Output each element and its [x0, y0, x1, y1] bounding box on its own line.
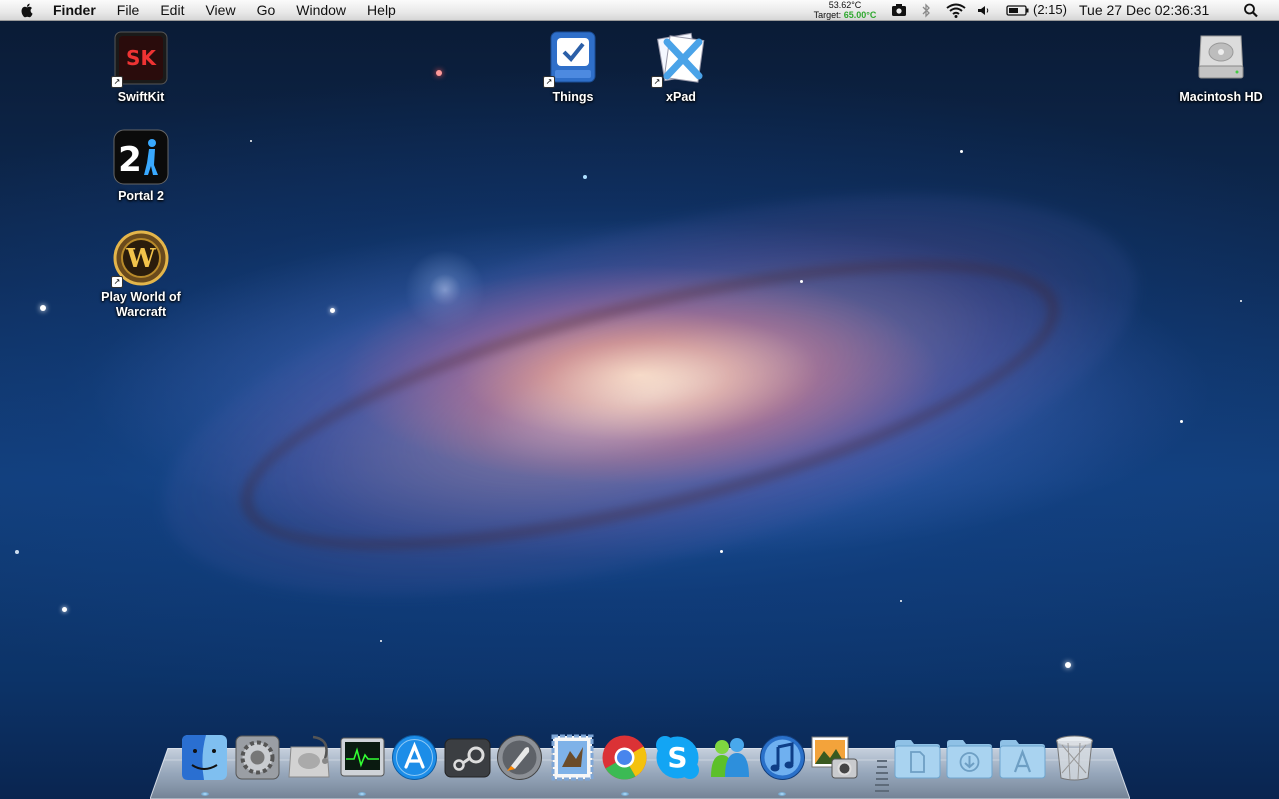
dock-item-trash[interactable]	[1050, 733, 1099, 782]
dock-item-chrome[interactable]	[600, 733, 649, 796]
volume-icon[interactable]	[976, 2, 990, 19]
menu-edit[interactable]: Edit	[160, 2, 184, 18]
dock-item-app-store[interactable]	[390, 733, 439, 782]
svg-text:S: S	[667, 741, 687, 774]
star	[1065, 662, 1071, 668]
dock-item-applications-folder[interactable]	[998, 733, 1047, 782]
star	[1180, 420, 1183, 423]
launchpad-icon	[497, 735, 542, 780]
desktop-icon-macintosh-hd[interactable]: Macintosh HD	[1171, 30, 1271, 105]
desktop-icon-label: Things	[552, 90, 594, 104]
alias-arrow-icon: ↗	[651, 76, 663, 88]
desktop-icon-swiftkit[interactable]: SK ↗ SwiftKit	[91, 30, 191, 105]
downloads-folder-icon	[946, 740, 993, 779]
menu-help[interactable]: Help	[367, 2, 396, 18]
dock-item-activity-monitor[interactable]	[338, 733, 387, 796]
desktop-icon-portal-2[interactable]: 2 Portal 2	[91, 129, 191, 204]
menu-file[interactable]: File	[117, 2, 140, 18]
wifi-icon[interactable]	[945, 2, 967, 19]
itunes-icon	[759, 735, 805, 780]
running-indicator	[778, 792, 786, 796]
bluetooth-icon[interactable]	[921, 2, 931, 19]
dock-item-skype[interactable]: S	[653, 733, 702, 782]
desktop-icon-label: Play World of Warcraft	[101, 290, 181, 319]
dock-item-mail[interactable]	[548, 733, 597, 782]
dock-item-iphoto[interactable]	[810, 733, 859, 782]
menu-bar: Finder File Edit View Go Window Help 53.…	[0, 0, 1279, 21]
disk-utility-icon	[288, 735, 330, 778]
target-label: Target:	[813, 10, 842, 20]
dock-item-itunes[interactable]	[758, 733, 807, 796]
battery-time[interactable]: (2:15)	[1033, 2, 1067, 17]
dock-item-steam[interactable]	[443, 733, 492, 782]
dock-item-finder[interactable]	[180, 733, 229, 796]
star	[583, 175, 587, 179]
finder-icon	[182, 735, 227, 780]
star	[720, 550, 723, 553]
portal2-icon: 2	[113, 129, 169, 185]
star	[15, 550, 19, 554]
dock-item-launchpad[interactable]	[495, 733, 544, 782]
camera-status-icon[interactable]	[890, 2, 908, 19]
desktop-icon-things[interactable]: ↗ Things	[523, 30, 623, 105]
temperature-target: Target: 65.00°C	[810, 10, 880, 20]
alias-arrow-icon: ↗	[111, 76, 123, 88]
menu-view[interactable]: View	[205, 2, 235, 18]
dock-item-documents-folder[interactable]	[893, 733, 942, 782]
temperature-reading: 53.62°C	[828, 0, 862, 10]
spotlight-search-icon[interactable]	[1243, 2, 1259, 19]
desktop-icon-label: Macintosh HD	[1179, 90, 1263, 104]
dock-item-system-preferences[interactable]	[233, 733, 282, 782]
star	[40, 305, 46, 311]
documents-folder-icon	[894, 740, 940, 779]
svg-text:W: W	[125, 244, 156, 274]
star	[960, 150, 963, 153]
running-indicator	[200, 792, 209, 796]
desktop[interactable]: Finder File Edit View Go Window Help 53.…	[0, 0, 1279, 799]
dock-item-disk-utility[interactable]	[285, 733, 334, 782]
star	[800, 280, 803, 283]
temperature-monitor[interactable]: 53.62°C Target: 65.00°C	[810, 0, 880, 21]
star	[436, 70, 442, 76]
dock-items: S	[180, 732, 1103, 796]
activity-monitor-icon	[340, 737, 384, 777]
running-indicator	[358, 792, 366, 796]
star	[900, 600, 902, 602]
menu-window[interactable]: Window	[296, 2, 346, 18]
messenger-icon	[711, 738, 749, 777]
desktop-icon-label: xPad	[666, 90, 696, 104]
svg-text:SK: SK	[126, 46, 157, 70]
desktop-icon-label: SwiftKit	[117, 90, 165, 104]
system-preferences-icon	[235, 735, 279, 780]
dock-item-messenger[interactable]	[705, 733, 754, 782]
desktop-icon-label: Portal 2	[118, 189, 164, 203]
running-indicator	[620, 792, 629, 796]
desktop-icon-xpad[interactable]: ↗ xPad	[631, 30, 731, 105]
apple-menu-icon[interactable]	[19, 2, 35, 18]
hard-drive-icon	[1198, 35, 1244, 79]
star	[250, 140, 252, 142]
app-store-icon	[392, 735, 437, 780]
star	[1240, 300, 1242, 302]
mail-icon	[551, 734, 593, 781]
applications-folder-icon	[999, 740, 1045, 779]
star	[62, 607, 67, 612]
trash-icon	[1056, 735, 1093, 781]
star	[380, 640, 382, 642]
chrome-icon	[602, 735, 647, 780]
star	[330, 308, 335, 313]
iphoto-icon	[811, 736, 858, 779]
alias-arrow-icon: ↗	[111, 276, 123, 288]
battery-icon[interactable]	[1006, 2, 1030, 19]
svg-text:2: 2	[118, 140, 142, 180]
app-menu-finder[interactable]: Finder	[53, 2, 96, 18]
clock[interactable]: Tue 27 Dec 02:36:31	[1079, 2, 1209, 18]
skype-icon: S	[655, 736, 699, 779]
steam-icon	[444, 738, 490, 778]
menu-go[interactable]: Go	[257, 2, 276, 18]
alias-arrow-icon: ↗	[543, 76, 555, 88]
desktop-icon-world-of-warcraft[interactable]: W ↗ Play World of Warcraft	[91, 230, 191, 320]
dock-item-downloads-folder[interactable]	[945, 733, 994, 782]
target-value: 65.00°C	[843, 10, 877, 20]
